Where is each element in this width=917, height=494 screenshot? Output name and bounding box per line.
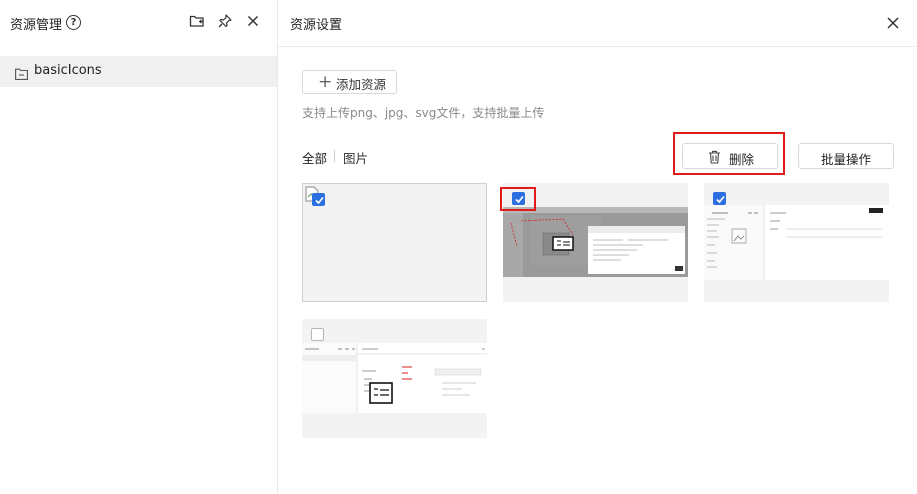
asset-checkbox-3[interactable] [713,192,726,205]
tab-divider [334,150,335,162]
add-resource-button[interactable]: + 添加资源 [302,70,397,94]
asset-thumbnail-4 [302,343,487,413]
folder-icon [15,65,28,80]
header-divider [278,46,917,47]
asset-checkbox-2[interactable] [512,192,525,205]
asset-card-2[interactable] [500,183,688,302]
tab-all[interactable]: 全部 [302,148,327,167]
asset-thumbnail-2 [503,207,688,277]
close-sidebar-icon[interactable] [245,13,263,31]
plus-icon: + [318,72,333,92]
delete-button[interactable]: 删除 [682,143,778,169]
tree-item-label: basicIcons [34,63,102,78]
upload-hint: 支持上传png、jpg、svg文件，支持批量上传 [302,106,545,120]
asset-card-4[interactable] [302,319,487,438]
add-resource-label: 添加资源 [336,77,387,92]
panel-title: 资源设置 [290,18,343,33]
trash-icon [708,149,721,168]
batch-operation-label: 批量操作 [821,152,872,167]
sidebar-header: 资源管理 ? [0,0,277,46]
sidebar-title: 资源管理 [10,18,63,33]
close-icon[interactable] [886,15,900,29]
tree-item-basicicons[interactable]: basicIcons [0,56,277,87]
asset-card-3[interactable] [704,183,889,302]
asset-card-1[interactable] [302,183,487,302]
pin-icon[interactable] [217,13,235,31]
asset-thumbnail-3 [704,205,889,280]
add-folder-icon[interactable] [189,13,207,31]
resource-sidebar: 资源管理 ? basicIcons [0,0,278,494]
delete-label: 删除 [729,152,755,167]
asset-checkbox-4[interactable] [311,328,324,341]
tab-images[interactable]: 图片 [343,148,368,167]
asset-checkbox-1[interactable] [312,193,325,206]
batch-operation-button[interactable]: 批量操作 [798,143,894,169]
help-icon[interactable]: ? [66,15,81,30]
